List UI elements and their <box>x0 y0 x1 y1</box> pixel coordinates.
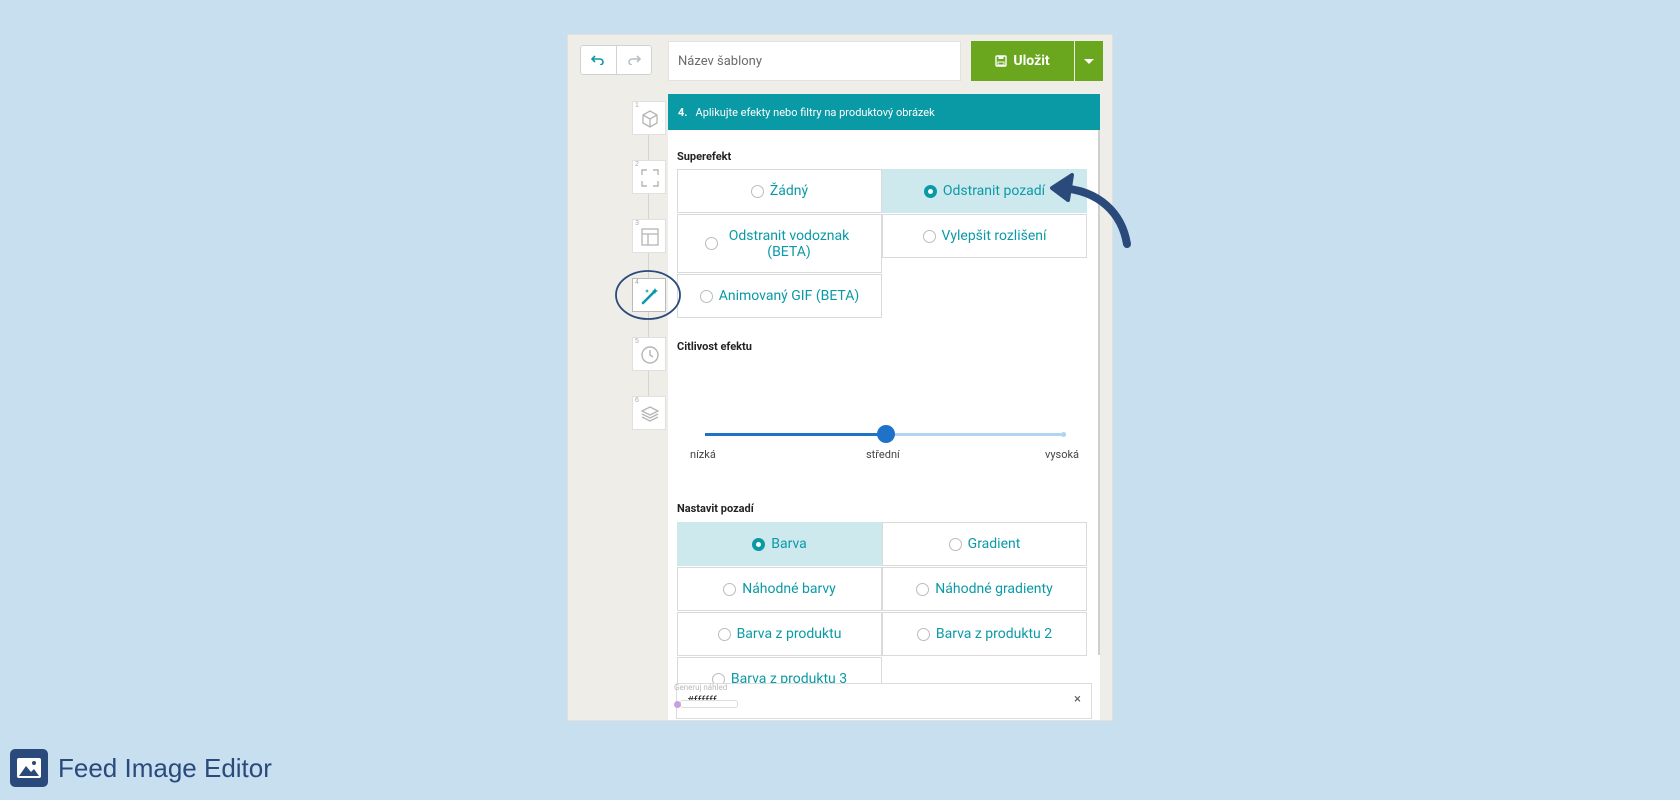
option-label: Barva z produktu 2 <box>935 626 1053 642</box>
option-label: Barva z produktu <box>736 626 842 642</box>
option-label: Náhodné gradienty <box>935 581 1053 597</box>
option-label: Náhodné barvy <box>742 581 836 597</box>
redo-button[interactable] <box>615 46 652 74</box>
option-remove-watermark[interactable]: Odstranit vodoznak (BETA) <box>677 214 882 273</box>
layers-icon <box>641 406 659 422</box>
option-label: Odstranit vodoznak (BETA) <box>728 227 850 260</box>
step-number: 1 <box>635 102 639 109</box>
undo-icon <box>591 55 604 65</box>
option-product-color-2[interactable]: Barva z produktu 2 <box>882 612 1087 656</box>
panel-step-number: 4. <box>678 105 688 119</box>
editor-window: Uložit 1 2 3 4 5 6 4. Aplikujte efekty n… <box>568 35 1112 720</box>
background-title: Nastavit pozadí <box>677 502 754 515</box>
radio-button <box>750 184 764 198</box>
layout-icon <box>641 228 659 246</box>
image-icon <box>10 749 48 787</box>
template-name-input[interactable] <box>668 41 961 81</box>
step-4[interactable]: 4 <box>632 278 666 312</box>
radio-button <box>922 229 936 243</box>
step-2[interactable]: 2 <box>632 160 666 194</box>
option-enhance-resolution[interactable]: Vylepšit rozlišení <box>882 214 1087 258</box>
brand-title: Feed Image Editor <box>58 752 272 783</box>
option-label: Odstranit pozadí <box>942 183 1046 199</box>
preview-label: Generuj náhled <box>674 683 728 692</box>
slider-label-high: vysoká <box>1045 448 1080 461</box>
radio-button <box>916 627 930 641</box>
step-number: 5 <box>635 338 639 345</box>
slider-end <box>1061 432 1066 437</box>
step-3[interactable]: 3 <box>632 219 666 253</box>
step-6[interactable]: 6 <box>632 396 666 430</box>
radio-button <box>948 537 962 551</box>
save-button-label: Uložit <box>1013 53 1050 69</box>
radio-button-selected <box>752 537 766 551</box>
clear-icon[interactable]: × <box>1074 692 1081 707</box>
redo-icon <box>628 55 641 65</box>
save-button[interactable]: Uložit <box>971 41 1074 81</box>
option-product-color[interactable]: Barva z produktu <box>677 612 882 656</box>
radio-button <box>916 582 930 596</box>
option-label: Animovaný GIF (BETA) <box>718 288 860 304</box>
slider-fill <box>705 433 886 436</box>
effects-panel: 4. Aplikujte efekty nebo filtry na produ… <box>668 94 1100 720</box>
option-label: Žádný <box>769 183 809 199</box>
option-animated-gif[interactable]: Animovaný GIF (BETA) <box>677 274 882 318</box>
undo-button[interactable] <box>581 46 616 74</box>
crop-icon <box>641 169 659 187</box>
step-number: 3 <box>635 220 639 227</box>
scrollbar[interactable] <box>1098 130 1100 655</box>
radio-button <box>723 582 737 596</box>
step-5[interactable]: 5 <box>632 337 666 371</box>
cube-icon <box>642 110 658 128</box>
floppy-disk-icon <box>995 55 1008 67</box>
radio-button-selected <box>923 184 937 198</box>
step-1[interactable]: 1 <box>632 101 666 135</box>
option-gradient[interactable]: Gradient <box>882 522 1087 566</box>
sensitivity-slider[interactable] <box>705 425 1066 443</box>
save-dropdown-button[interactable] <box>1075 41 1103 81</box>
option-none[interactable]: Žádný <box>677 169 882 213</box>
option-label: Gradient <box>967 536 1021 552</box>
option-color[interactable]: Barva <box>677 522 882 566</box>
color-input[interactable]: #ffffff × <box>676 683 1092 719</box>
undo-redo-group <box>580 45 652 75</box>
preview-dot <box>674 701 681 708</box>
step-number: 2 <box>635 161 639 168</box>
radio-button <box>699 289 713 303</box>
option-random-gradients[interactable]: Náhodné gradienty <box>882 567 1087 611</box>
clock-icon <box>641 346 659 364</box>
option-random-colors[interactable]: Náhodné barvy <box>677 567 882 611</box>
radio-button <box>717 627 731 641</box>
panel-title: Aplikujte efekty nebo filtry na produkto… <box>695 105 935 119</box>
slider-label-low: nízká <box>690 448 716 461</box>
option-label: Vylepšit rozlišení <box>941 228 1047 244</box>
magic-wand-icon <box>641 288 658 305</box>
slider-label-mid: střední <box>866 448 900 461</box>
step-number: 4 <box>635 279 639 286</box>
sensitivity-title: Citlivost efektu <box>677 340 752 353</box>
panel-header: 4. Aplikujte efekty nebo filtry na produ… <box>668 94 1100 130</box>
slider-thumb[interactable] <box>876 425 895 443</box>
radio-button <box>705 237 718 250</box>
option-remove-background[interactable]: Odstranit pozadí <box>882 169 1087 213</box>
preview-progress <box>680 700 738 708</box>
superefekt-title: Superefekt <box>677 150 732 163</box>
option-label: Barva <box>771 536 807 552</box>
brand: Feed Image Editor <box>10 749 272 787</box>
step-number: 6 <box>635 397 639 404</box>
